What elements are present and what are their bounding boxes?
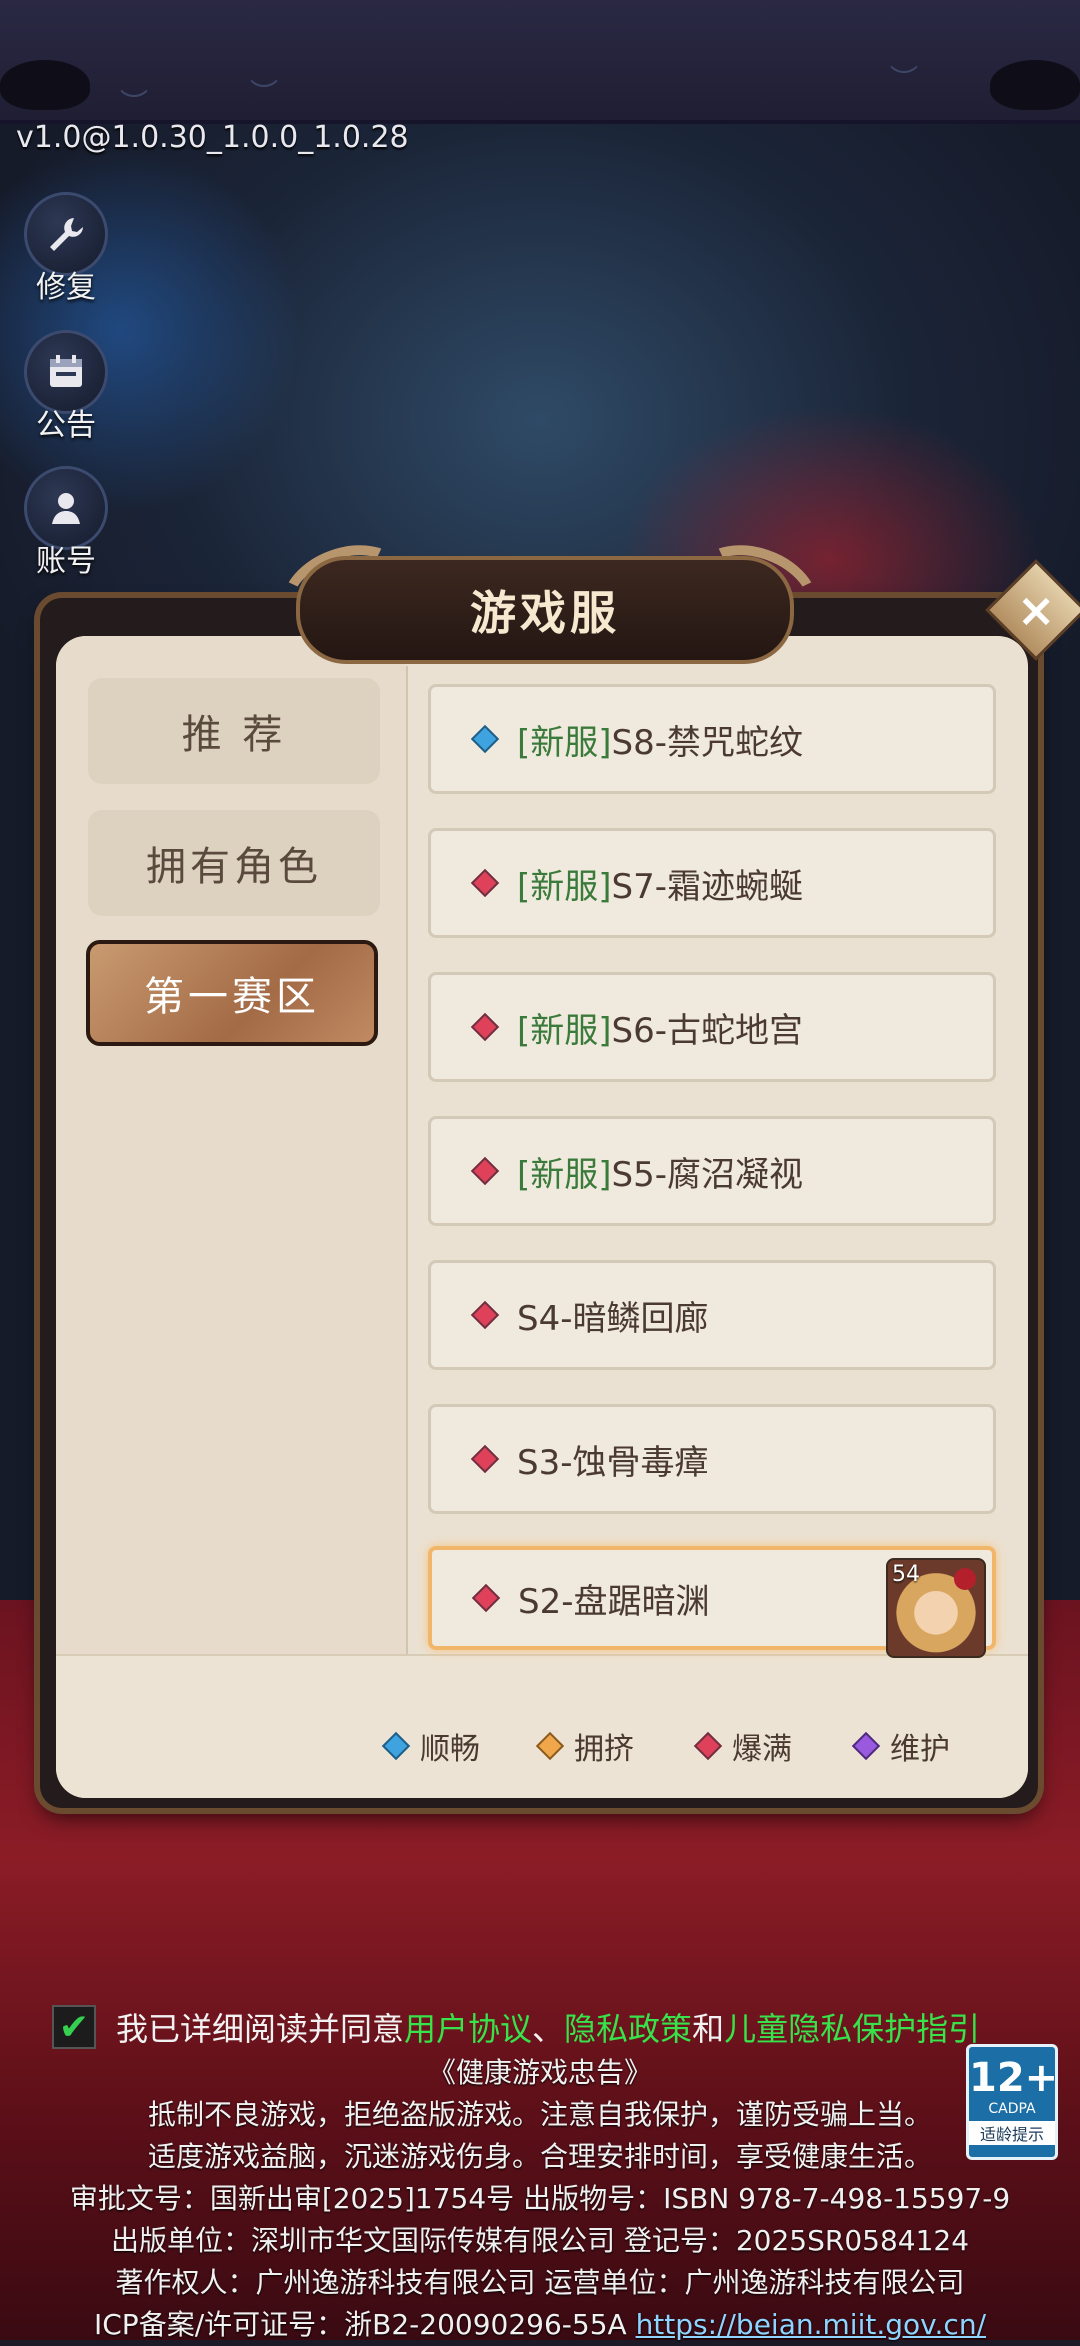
child-privacy-link[interactable]: 儿童隐私保护指引 xyxy=(724,2004,980,2050)
snake-ornament-right xyxy=(990,60,1080,110)
check-icon: ✔ xyxy=(58,2006,90,2048)
server-item-s7[interactable]: [新服] S7-霜迹蜿蜒 xyxy=(428,828,996,938)
new-server-tag: [新服] xyxy=(517,1010,612,1051)
status-full-icon xyxy=(470,1444,500,1474)
status-full-icon xyxy=(470,868,500,898)
version-text: v1.0@1.0.30_1.0.0_1.0.28 xyxy=(16,120,409,155)
legend-label: 爆满 xyxy=(732,1732,792,1767)
icp-link[interactable]: https://beian.miit.gov.cn/ xyxy=(636,2308,986,2341)
snake-ornament-left xyxy=(0,60,90,110)
server-name: S2-盘踞暗渊 xyxy=(518,1581,710,1622)
announcement-button[interactable]: 公告 xyxy=(24,330,108,444)
account-button[interactable]: 账号 xyxy=(24,466,108,580)
agreement-row: ✔ 我已详细阅读并同意 用户协议 、 隐私政策 和 儿童隐私保护指引 xyxy=(52,2004,980,2050)
server-name: S4-暗鳞回廊 xyxy=(517,1298,709,1339)
publisher-info: 出版单位：深圳市华文国际传媒有限公司 登记号：2025SR0584124 xyxy=(110,2224,970,2257)
repair-label: 修复 xyxy=(36,270,96,305)
status-full-icon xyxy=(471,1583,501,1613)
tab-column xyxy=(56,636,406,1656)
agreement-separator: 、 xyxy=(532,2010,565,2048)
health-advice-line1: 抵制不良游戏，拒绝盗版游戏。注意自我保护，谨防受骗上当。 xyxy=(147,2098,932,2131)
user-agreement-link[interactable]: 用户协议 xyxy=(404,2004,532,2050)
server-item-s3[interactable]: S3-蚀骨毒瘴 xyxy=(428,1404,996,1514)
server-item-s4[interactable]: S4-暗鳞回廊 xyxy=(428,1260,996,1370)
panel-title-plate: 游戏服 xyxy=(296,556,794,664)
server-name: S7-霜迹蜿蜒 xyxy=(611,866,804,907)
copyright-info: 著作权人：广州逸游科技有限公司 运营单位：广州逸游科技有限公司 xyxy=(115,2266,965,2299)
new-server-tag: [新服] xyxy=(517,722,612,763)
privacy-policy-link[interactable]: 隐私政策 xyxy=(564,2004,692,2050)
server-item-s5[interactable]: [新服] S5-腐沼凝视 xyxy=(428,1116,996,1226)
approval-number: 审批文号：国新出审[2025]1754号 出版物号：ISBN 978-7-498… xyxy=(69,2182,1011,2215)
server-name: S6-古蛇地宫 xyxy=(611,1010,804,1051)
status-crowded-icon xyxy=(535,1731,565,1761)
new-server-tag: [新服] xyxy=(517,866,612,907)
tab-owned-characters[interactable]: 拥有角色 xyxy=(88,810,380,916)
icp-text: ICP备案/许可证号：浙B2-20090296-55A xyxy=(94,2308,636,2341)
panel-title: 游戏服 xyxy=(470,586,620,640)
legend-label: 拥挤 xyxy=(574,1732,634,1767)
column-divider xyxy=(406,666,408,1656)
status-full-icon xyxy=(470,1300,500,1330)
tab-zone-one[interactable]: 第一赛区 xyxy=(86,940,378,1046)
status-maintenance-icon xyxy=(851,1731,881,1761)
age-rating-org: CADPA xyxy=(988,2101,1036,2117)
character-level: 54 xyxy=(892,1562,920,1587)
status-full-icon xyxy=(470,1156,500,1186)
tab-recommended[interactable]: 推 荐 xyxy=(88,678,380,784)
legend-smooth: 顺畅 xyxy=(381,1724,480,1768)
legend-full: 爆满 xyxy=(693,1724,792,1768)
status-smooth-icon xyxy=(470,724,500,754)
bird-decoration: ︶ xyxy=(250,77,279,110)
health-advice-title: 《健康游戏忠告》 xyxy=(427,2056,652,2089)
agreement-prefix: 我已详细阅读并同意 xyxy=(116,2010,405,2048)
status-full-icon xyxy=(470,1012,500,1042)
rose-icon xyxy=(954,1568,976,1590)
server-item-s6[interactable]: [新服] S6-古蛇地宫 xyxy=(428,972,996,1082)
legend-label: 顺畅 xyxy=(420,1732,480,1767)
server-item-s8[interactable]: [新服] S8-禁咒蛇纹 xyxy=(428,684,996,794)
character-avatar: 54 xyxy=(886,1558,986,1658)
health-advice-line2: 适度游戏益脑，沉迷游戏伤身。合理安排时间，享受健康生活。 xyxy=(147,2140,932,2173)
bird-decoration: ︶ xyxy=(120,87,149,120)
bird-decoration: ︶ xyxy=(890,63,919,96)
server-name: S3-蚀骨毒瘴 xyxy=(517,1442,709,1483)
age-rating-number: 12+ xyxy=(969,2055,1059,2101)
account-label: 账号 xyxy=(36,544,96,579)
server-name: S8-禁咒蛇纹 xyxy=(611,722,804,763)
age-rating-label: 适龄提示 xyxy=(969,2121,1055,2145)
status-smooth-icon xyxy=(381,1731,411,1761)
server-name: S5-腐沼凝视 xyxy=(611,1154,804,1195)
legal-footer: 《健康游戏忠告》 抵制不良游戏，拒绝盗版游戏。注意自我保护，谨防受骗上当。 适度… xyxy=(0,2052,1080,2346)
agreement-and: 和 xyxy=(692,2010,725,2048)
status-full-icon xyxy=(693,1731,723,1761)
agreement-checkbox[interactable]: ✔ xyxy=(52,2005,96,2049)
server-item-s2[interactable]: S2-盘踞暗渊 54 xyxy=(428,1546,996,1658)
legend-label: 维护 xyxy=(890,1732,950,1767)
close-icon: × xyxy=(1016,582,1056,637)
legend-maintenance: 维护 xyxy=(851,1724,950,1768)
new-server-tag: [新服] xyxy=(517,1154,612,1195)
age-rating-badge[interactable]: 12+ CADPA 适龄提示 xyxy=(966,2044,1058,2160)
legend-crowded: 拥挤 xyxy=(535,1724,634,1768)
announcement-label: 公告 xyxy=(36,408,96,443)
repair-button[interactable]: 修复 xyxy=(24,192,108,306)
